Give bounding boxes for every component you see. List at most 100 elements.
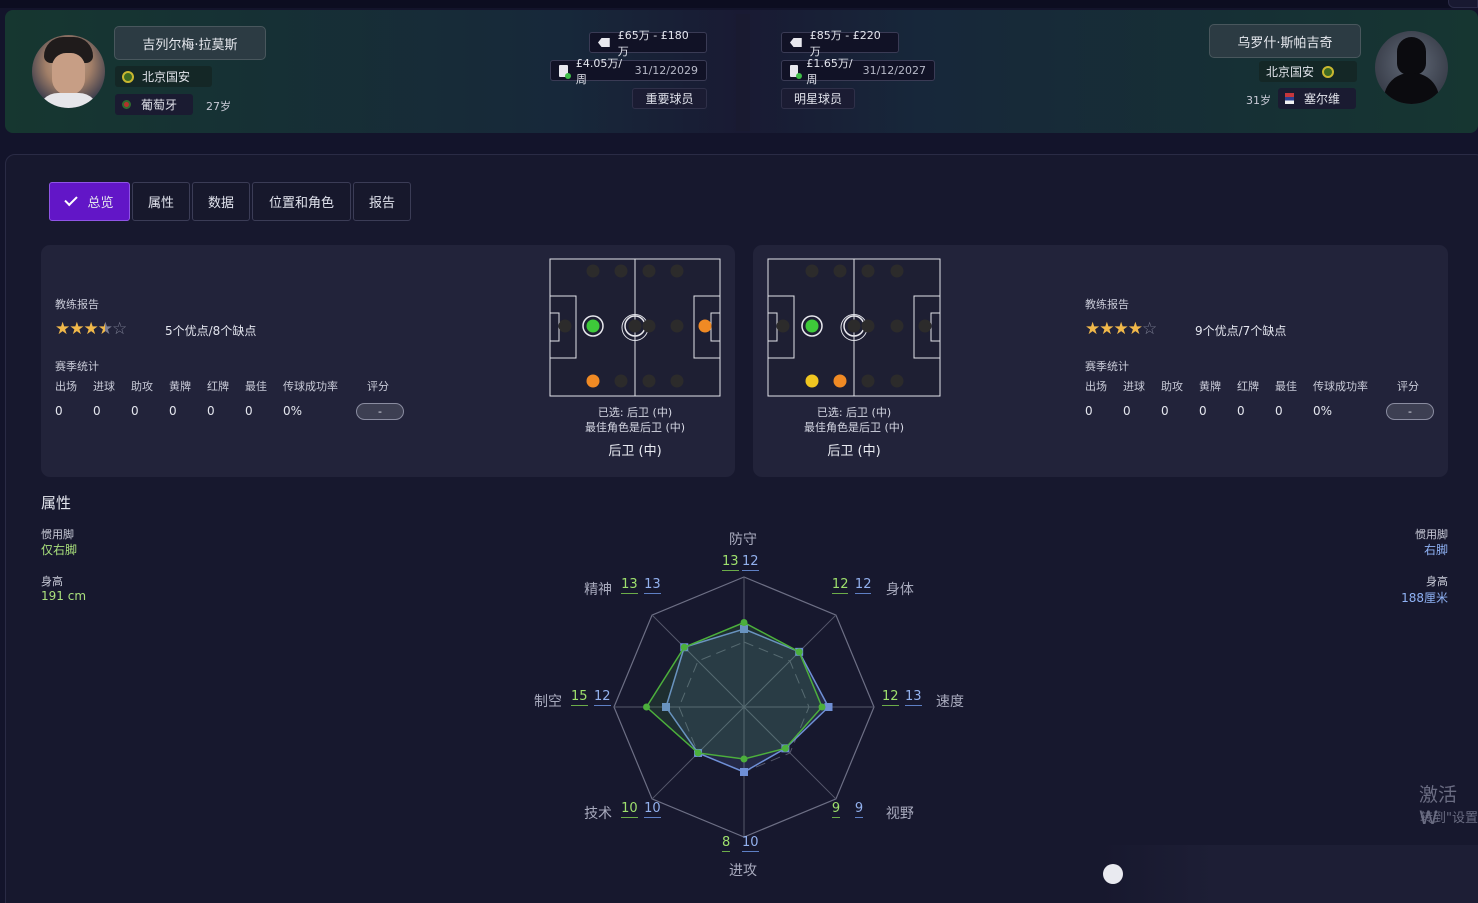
left-player-name[interactable]: 吉列尔梅·拉莫斯	[114, 26, 266, 60]
radar-right-value: 12	[742, 554, 759, 571]
stat-value: 0	[245, 404, 253, 418]
serbia-flag-icon	[1285, 93, 1294, 104]
position-dot	[861, 264, 875, 278]
position-dot	[847, 319, 861, 333]
portugal-flag-icon	[122, 100, 131, 109]
position-dot	[805, 319, 819, 333]
left-height-value: 191 cm	[41, 589, 87, 603]
overlay-app-icon[interactable]	[1103, 864, 1123, 884]
tab-positions-roles[interactable]: 位置和角色	[252, 182, 351, 221]
left-squad-status[interactable]: 重要球员	[632, 88, 707, 109]
position-dot	[776, 319, 790, 333]
left-coach-report-label: 教练报告	[55, 298, 99, 311]
radar-left-value: 15	[571, 689, 588, 706]
right-player-age: 31岁	[1246, 94, 1271, 107]
left-wage-text: £4.05万/周	[575, 56, 623, 86]
check-icon	[64, 192, 79, 207]
radar-left-value: 12	[831, 577, 849, 595]
left-player-age: 27岁	[206, 100, 231, 113]
position-dot	[614, 374, 628, 388]
right-squad-status[interactable]: 明星球员	[781, 88, 855, 109]
left-player-avatar[interactable]	[32, 35, 105, 108]
activation-watermark-sub: 转到"设置	[1420, 811, 1478, 826]
radar-right-value: 13	[644, 577, 661, 595]
tab-stats[interactable]: 数据	[192, 182, 250, 221]
position-dot	[861, 374, 875, 388]
right-value-range[interactable]: £85万 - £220万	[781, 29, 899, 58]
position-dot	[586, 264, 600, 278]
position-dot	[670, 264, 684, 278]
tab-overview[interactable]: 总览	[49, 182, 130, 221]
right-club-chip[interactable]: 北京国安	[1259, 61, 1357, 82]
radar-left-value: 8	[722, 835, 731, 852]
stat-header: 红牌	[1237, 380, 1259, 393]
position-dot	[890, 319, 904, 333]
left-contract-date: 31/12/2029	[634, 64, 698, 77]
position-dot	[861, 319, 875, 333]
left-series-point	[818, 703, 826, 711]
right-selected-role: 已选: 后卫 (中)	[816, 406, 892, 419]
radar-right-value: 9	[854, 800, 864, 818]
left-position-pitch[interactable]	[549, 258, 721, 397]
left-series-point	[680, 643, 688, 651]
left-nation-name: 葡萄牙	[141, 98, 178, 112]
stat-header: 评分	[367, 380, 389, 393]
left-star-rating: ★★★★☆	[55, 319, 127, 339]
tab-overview-label: 总览	[87, 196, 114, 211]
right-nation-chip[interactable]: 塞尔维	[1278, 88, 1356, 109]
stat-header: 评分	[1397, 380, 1419, 393]
left-contract[interactable]: £4.05万/周 31/12/2029	[550, 57, 707, 86]
stat-value: 0	[1237, 404, 1245, 418]
right-rating-pill[interactable]: -	[1386, 403, 1434, 420]
stat-header: 传球成功率	[283, 380, 338, 393]
right-series-point	[824, 703, 833, 711]
stat-value: 0	[1123, 404, 1131, 418]
tab-report[interactable]: 报告	[353, 182, 411, 221]
left-nation-chip[interactable]: 葡萄牙	[115, 94, 193, 115]
radar-left-value: 12	[882, 689, 899, 706]
left-rating-pill[interactable]: -	[356, 403, 404, 420]
radar-right-value: 13	[905, 689, 922, 706]
position-dot	[833, 264, 847, 278]
tab-bar: 总览 属性 数据 位置和角色 报告	[49, 182, 413, 221]
radar-attr-name: 速度	[936, 694, 964, 710]
right-foot-value: 右脚	[1423, 543, 1448, 557]
left-series-point	[781, 744, 789, 752]
position-dot	[918, 319, 932, 333]
radar-attr-name: 精神	[584, 582, 613, 599]
left-club-chip[interactable]: 北京国安	[115, 66, 212, 87]
attribute-radar-chart	[613, 576, 875, 838]
stat-header: 红牌	[207, 380, 229, 393]
right-nation-name: 塞尔维	[1304, 92, 1341, 106]
position-dot	[586, 374, 600, 388]
position-dot	[642, 374, 656, 388]
position-dot	[670, 319, 684, 333]
radar-left-value: 10	[621, 800, 638, 818]
header-divider	[736, 14, 750, 131]
stat-header: 进球	[93, 380, 115, 393]
left-series-point	[740, 755, 748, 763]
radar-right-value: 10	[742, 835, 759, 852]
left-series-point	[740, 619, 748, 626]
stat-value: 0	[93, 404, 101, 418]
tab-attributes[interactable]: 属性	[132, 182, 190, 221]
right-contract[interactable]: £1.65万/周 31/12/2027	[781, 57, 935, 86]
contract-icon	[790, 64, 803, 79]
right-best-role: 最佳角色是后卫 (中)	[803, 421, 905, 434]
window-corner-tab	[1448, 0, 1478, 8]
stat-value: 0%	[1313, 404, 1333, 418]
right-player-name[interactable]: 乌罗什·斯帕吉奇	[1209, 24, 1361, 58]
stat-value: 0	[169, 404, 177, 418]
left-value-range[interactable]: £65万 - £180万	[589, 29, 707, 58]
right-player-avatar[interactable]	[1375, 31, 1448, 104]
stat-header: 传球成功率	[1313, 380, 1368, 393]
right-position-pitch[interactable]	[767, 258, 941, 397]
stat-header: 出场	[55, 380, 77, 393]
club-badge-icon	[1322, 65, 1335, 78]
right-wage-text: £1.65万/周	[806, 56, 853, 86]
right-contract-date: 31/12/2027	[862, 64, 926, 77]
radar-attr-name: 进攻	[729, 863, 757, 879]
stat-value: 0%	[283, 404, 303, 418]
stat-value: 0	[1085, 404, 1093, 418]
left-series-point	[795, 648, 803, 656]
